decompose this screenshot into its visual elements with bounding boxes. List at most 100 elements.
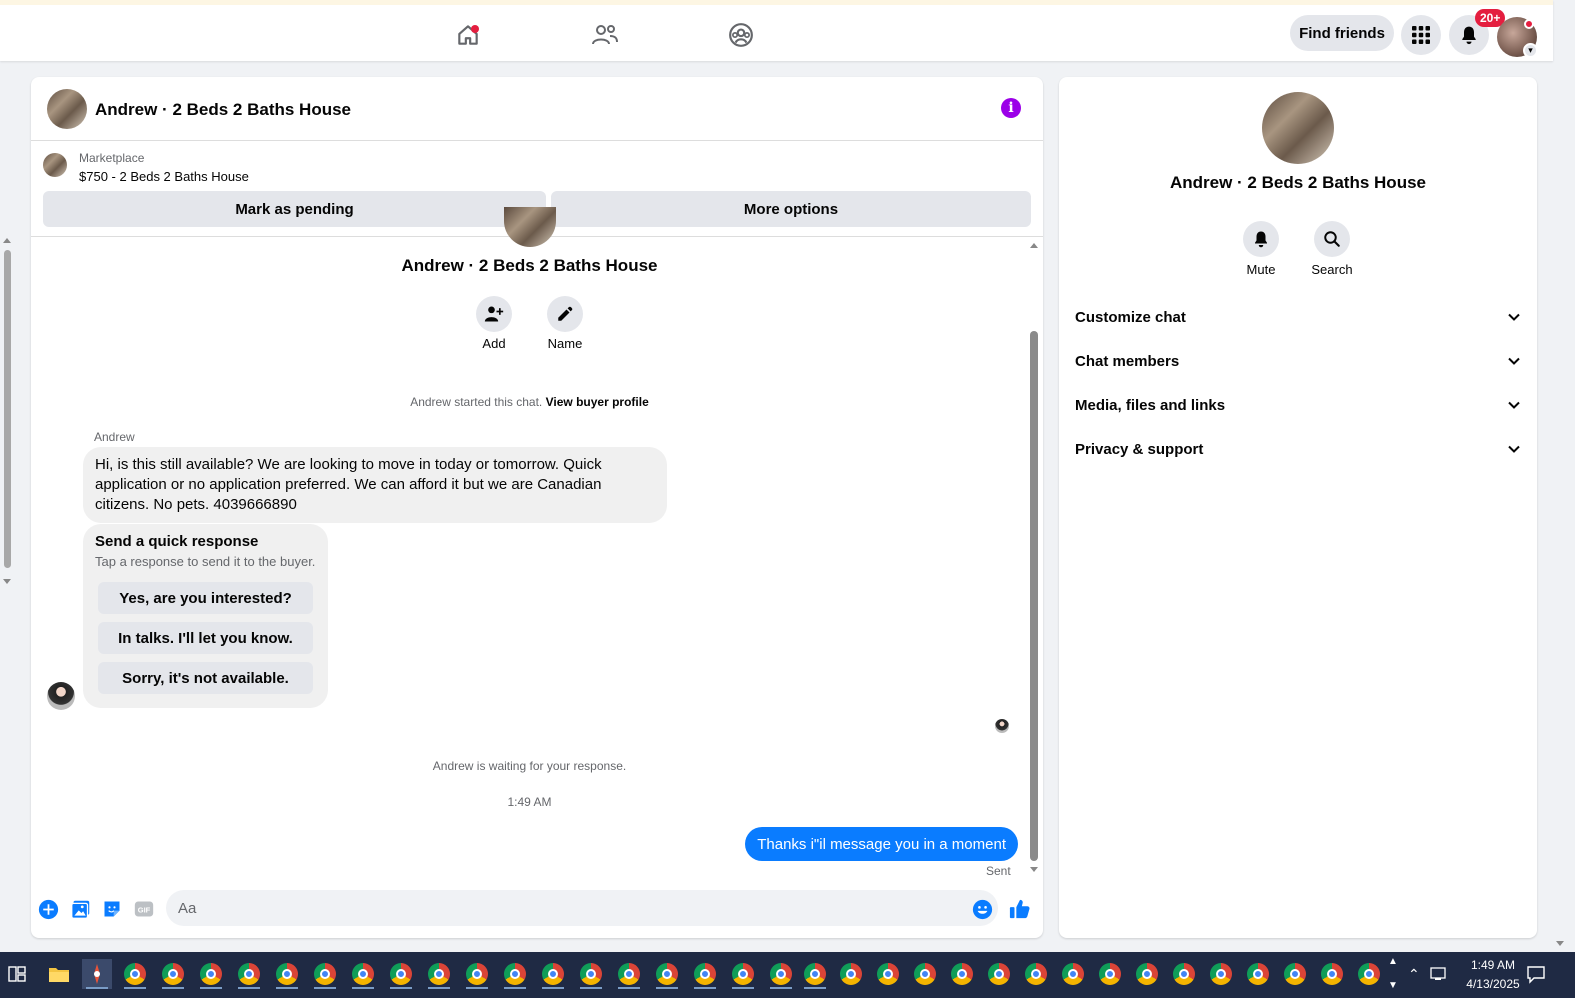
chevron-down-icon [1508, 313, 1520, 321]
pinned-app-icon[interactable] [82, 959, 112, 989]
quick-response-yes-button[interactable]: Yes, are you interested? [98, 582, 313, 614]
scrollbar-thumb[interactable] [1030, 331, 1038, 861]
chrome-icon[interactable] [120, 959, 150, 989]
sticker-icon[interactable] [101, 898, 123, 920]
chevron-down-icon [1508, 401, 1520, 409]
chevron-down-icon[interactable]: ▾ [1523, 43, 1538, 58]
add-person-icon[interactable] [476, 296, 512, 332]
chrome-icon[interactable] [538, 959, 568, 989]
privacy-support-section[interactable]: Privacy & support [1075, 429, 1521, 469]
find-friends-button[interactable]: Find friends [1290, 15, 1394, 51]
incoming-message[interactable]: Hi, is this still available? We are look… [83, 447, 667, 523]
quick-response-in-talks-button[interactable]: In talks. I'll let you know. [98, 622, 313, 654]
info-name: Andrew · 2 Beds 2 Baths House [1169, 173, 1426, 192]
chrome-icon[interactable] [1206, 959, 1236, 989]
gif-icon[interactable]: GIF [133, 898, 155, 920]
chrome-icon[interactable] [462, 959, 492, 989]
chrome-icon[interactable] [836, 959, 866, 989]
chrome-icon[interactable] [1243, 959, 1273, 989]
taskbar-scroll-down-icon[interactable]: ▼ [1388, 980, 1398, 991]
chrome-icon[interactable] [614, 959, 644, 989]
customize-chat-label: Customize chat [1075, 308, 1186, 326]
chrome-icon[interactable] [234, 959, 264, 989]
quick-response-card: Send a quick response Tap a response to … [83, 524, 328, 708]
scroll-up-arrow-icon[interactable] [1030, 243, 1038, 248]
chrome-icon[interactable] [1280, 959, 1310, 989]
chrome-icon[interactable] [1169, 959, 1199, 989]
chrome-icon[interactable] [873, 959, 903, 989]
chrome-icon[interactable] [310, 959, 340, 989]
media-files-links-section[interactable]: Media, files and links [1075, 385, 1521, 425]
emoji-icon[interactable] [971, 898, 993, 920]
chrome-icon[interactable] [690, 959, 720, 989]
groups-icon[interactable] [721, 17, 761, 53]
customize-chat-section[interactable]: Customize chat [1075, 297, 1521, 337]
info-avatar[interactable] [1262, 92, 1334, 164]
sender-avatar[interactable] [47, 682, 75, 710]
chrome-icon[interactable] [652, 959, 682, 989]
chrome-icon[interactable] [800, 959, 830, 989]
search-icon[interactable] [1314, 221, 1350, 257]
scroll-down-arrow-icon[interactable] [3, 579, 11, 584]
message-timestamp: 1:49 AM [507, 795, 552, 809]
chrome-icon[interactable] [500, 959, 530, 989]
chat-members-section[interactable]: Chat members [1075, 341, 1521, 381]
chat-avatar[interactable] [47, 89, 87, 129]
chrome-icon[interactable] [386, 959, 416, 989]
notification-center-icon[interactable] [1526, 964, 1546, 987]
listing-thumbnail[interactable] [43, 153, 67, 177]
chrome-icon[interactable] [158, 959, 188, 989]
chrome-icon[interactable] [766, 959, 796, 989]
photo-icon[interactable] [69, 898, 91, 920]
message-input[interactable] [166, 890, 998, 926]
scroll-down-arrow-icon[interactable] [1030, 867, 1038, 872]
chrome-icon[interactable] [1132, 959, 1162, 989]
view-buyer-profile-link[interactable]: View buyer profile [546, 395, 649, 409]
chrome-icon[interactable] [272, 959, 302, 989]
chrome-icon[interactable] [1354, 959, 1384, 989]
scrollbar-thumb[interactable] [4, 250, 11, 568]
search-label: Search [1311, 262, 1353, 277]
mark-as-pending-button[interactable]: Mark as pending [43, 191, 546, 227]
system-clock[interactable]: 1:49 AM 4/13/2025 [1458, 956, 1528, 994]
clock-time: 1:49 AM [1470, 958, 1516, 972]
chrome-icon[interactable] [576, 959, 606, 989]
file-explorer-icon[interactable] [44, 959, 74, 989]
chat-title[interactable]: Andrew · 2 Beds 2 Baths House [95, 100, 351, 120]
outgoing-message[interactable]: Thanks i"il message you in a moment [745, 827, 1018, 861]
chrome-icon[interactable] [348, 959, 378, 989]
quick-response-not-available-button[interactable]: Sorry, it's not available. [98, 662, 313, 694]
chrome-icon[interactable] [1095, 959, 1125, 989]
plus-circle-icon[interactable] [37, 898, 59, 920]
chrome-icon[interactable] [1058, 959, 1088, 989]
taskbar-scroll-up-icon[interactable]: ▲ [1388, 956, 1398, 967]
chevron-down-icon [1508, 357, 1520, 365]
chat-scrollbar[interactable] [1028, 241, 1040, 877]
chrome-icon[interactable] [947, 959, 977, 989]
listing-title[interactable]: $750 - 2 Beds 2 Baths House [79, 169, 249, 184]
show-hidden-icons-chevron-icon[interactable]: ⌃ [1408, 966, 1420, 983]
friends-icon[interactable] [585, 17, 625, 53]
mute-bell-icon[interactable] [1243, 221, 1279, 257]
scroll-down-arrow-icon[interactable] [1556, 941, 1564, 946]
conversation-name: Andrew · 2 Beds 2 Baths House [401, 256, 658, 275]
mute-label: Mute [1246, 262, 1276, 277]
info-icon[interactable]: i [1001, 98, 1021, 118]
page-scrollbar[interactable] [0, 236, 14, 586]
chrome-icon[interactable] [196, 959, 226, 989]
chrome-icon[interactable] [984, 959, 1014, 989]
window-scrollbar[interactable] [1553, 61, 1567, 951]
chrome-icon[interactable] [728, 959, 758, 989]
scroll-up-arrow-icon[interactable] [3, 238, 11, 243]
network-icon[interactable] [1430, 966, 1448, 985]
chrome-icon[interactable] [1317, 959, 1347, 989]
chrome-icon[interactable] [1021, 959, 1051, 989]
task-view-icon[interactable] [2, 959, 32, 989]
chrome-icon[interactable] [910, 959, 940, 989]
home-icon[interactable] [448, 17, 488, 53]
pencil-icon[interactable] [547, 296, 583, 332]
thumbs-up-icon[interactable] [1009, 898, 1031, 920]
menu-grid-icon[interactable] [1401, 15, 1441, 55]
more-options-button[interactable]: More options [551, 191, 1031, 227]
chrome-icon[interactable] [424, 959, 454, 989]
